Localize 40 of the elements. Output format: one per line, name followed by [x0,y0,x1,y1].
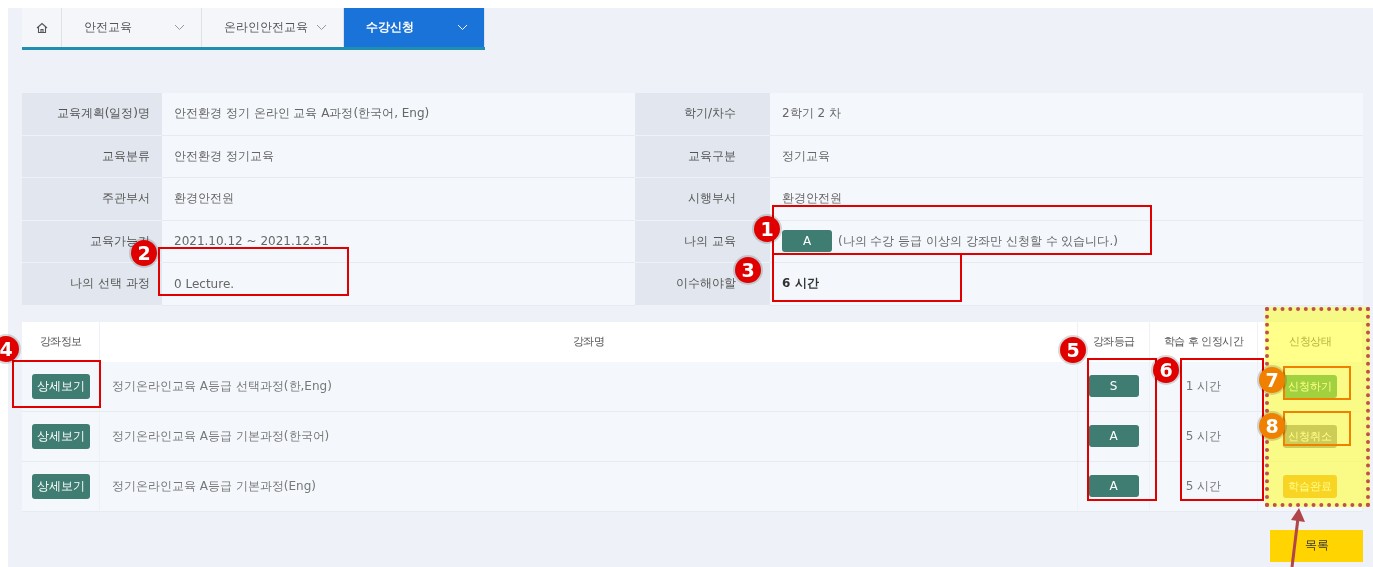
grade-badge: S [1088,375,1139,397]
field-label: 학기/차수 [635,93,770,136]
field-value: 0 Lecture. [162,263,635,306]
home-icon [35,21,48,34]
chevron-down-icon [316,24,327,31]
chevron-down-icon [457,24,468,31]
grade-note: (나의 수강 등급 이상의 강좌만 신청할 수 있습니다.) [838,232,1118,250]
grade-badge: A [1088,425,1139,447]
course-name-cell: 정기온라인교육 A등급 기본과정(한국어) [100,411,1078,462]
column-header: 신청상태 [1258,321,1363,362]
hours-cell: 5 시간 [1150,411,1258,462]
breadcrumb-tab[interactable]: 수강신청 [344,8,485,47]
field-value: 안전환경 정기 온라인 교육 A과정(한국어, Eng) [162,93,635,136]
detail-button[interactable]: 상세보기 [31,373,90,399]
field-value: 2021.10.12 ~ 2021.12.31 [162,220,635,263]
chevron-down-icon [174,24,185,31]
field-value: 안전환경 정기교육 [162,135,635,178]
grade-badge: A [1088,475,1139,497]
field-label: 교육구분 [635,135,770,178]
field-value: 정기교육 [770,135,1363,178]
hours-cell: 5 시간 [1150,461,1258,512]
list-button[interactable]: 목록 [1270,529,1363,562]
detail-button[interactable]: 상세보기 [31,423,90,449]
field-value: 6 시간 [770,263,1363,306]
field-label: 시행부서 [635,178,770,221]
course-name-cell: 정기온라인교육 A등급 선택과정(한,Eng) [100,361,1078,412]
field-label: 교육계획(일정)명 [22,93,162,136]
grade-badge: A [782,230,832,253]
field-label: 주관부서 [22,178,162,221]
field-label: 교육분류 [22,135,162,178]
detail-button[interactable]: 상세보기 [31,473,90,499]
column-header: 강좌등급 [1078,321,1150,362]
field-value: 환경안전원 [770,178,1363,221]
column-header: 학습 후 인정시간 [1150,321,1258,362]
breadcrumb-tab[interactable]: 안전교육 [62,8,202,47]
column-header: 강좌정보 [22,321,100,362]
field-value: 2학기 2 차 [770,93,1363,136]
field-label: 나의 선택 과정 [22,263,162,306]
course-name-cell: 정기온라인교육 A등급 기본과정(Eng) [100,461,1078,512]
field-value: 환경안전원 [162,178,635,221]
